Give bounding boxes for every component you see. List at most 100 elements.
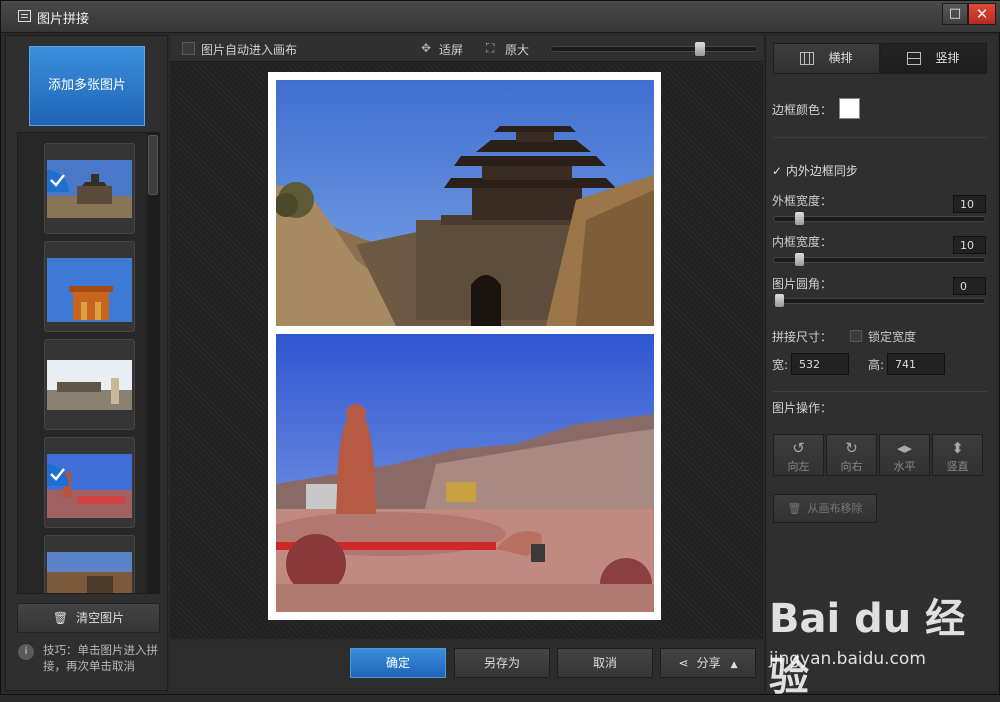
share-icon: ⋖ [678, 656, 689, 670]
layout-horizontal-label: 横排 [828, 51, 853, 65]
width-input[interactable]: 532 [791, 353, 849, 375]
flip-vertical-label: 竖直 [946, 460, 969, 473]
thumbnail-item[interactable] [44, 241, 135, 332]
share-label: 分享 [696, 656, 721, 670]
clear-images-label: 清空图片 [76, 611, 125, 625]
thumbnail-scrollbar[interactable] [148, 135, 158, 195]
outer-border-slider[interactable] [773, 216, 986, 222]
zoom-slider-thumb[interactable] [694, 42, 705, 56]
check-icon: ✓ [772, 164, 783, 178]
rotate-right-icon: ↻ [845, 439, 858, 457]
original-size-icon[interactable]: ⛶ [486, 41, 500, 55]
auto-canvas-label[interactable]: 图片自动进入画布 [201, 41, 297, 58]
sync-borders-checkbox[interactable]: ✓ 内外边框同步 [772, 162, 858, 179]
width-label: 宽: [772, 358, 789, 372]
share-button[interactable]: ⋖ 分享 ▲ [660, 648, 756, 678]
layout-horizontal-button[interactable]: 横排 [773, 43, 880, 74]
save-as-button[interactable]: 另存为 [454, 648, 550, 678]
image-ops-label: 图片操作： [772, 401, 833, 415]
trash-icon: 🗑 [787, 502, 802, 515]
columns-icon [800, 52, 815, 65]
thumbnail-item[interactable] [44, 535, 135, 593]
rotate-left-button[interactable]: ↺ 向左 [773, 434, 824, 476]
rotate-left-icon: ↺ [792, 439, 805, 457]
corner-radius-slider[interactable] [773, 298, 986, 304]
outer-border-label: 外框宽度： [772, 194, 833, 208]
divider [772, 137, 988, 138]
flip-vertical-icon: ⬍ [951, 439, 964, 457]
height-input[interactable]: 741 [887, 353, 945, 375]
rotate-right-button[interactable]: ↻ 向右 [826, 434, 877, 476]
add-images-button[interactable]: 添加多张图片 [29, 46, 145, 126]
selected-check-icon [47, 170, 69, 192]
baidu-jingyan-watermark: Bai du 经验 jingyan.baidu.com [769, 586, 994, 700]
app-window: 图片拼接 □ ✕ 添加多张图片 🗑 清空图片 i 技巧：单击图片进入拼接，再次单… [0, 0, 1000, 700]
maximize-button[interactable]: □ [942, 3, 968, 25]
rows-icon [907, 52, 922, 65]
border-color-label: 边框颜色： [772, 103, 833, 117]
clear-images-button[interactable]: 🗑 清空图片 [17, 603, 160, 633]
original-size-button[interactable]: 原大 [505, 41, 529, 58]
watermark-brand: Bai du 经验 [769, 596, 966, 700]
corner-radius-value[interactable]: 0 [953, 277, 986, 295]
app-menu-icon [18, 10, 31, 22]
window-title: 图片拼接 [37, 12, 90, 27]
thumbnail-item[interactable] [44, 339, 135, 430]
cancel-button[interactable]: 取消 [557, 648, 653, 678]
divider [772, 391, 988, 392]
action-bar: 确定 另存为 取消 ⋖ 分享 ▲ [170, 641, 763, 691]
tip-text: 技巧：单击图片进入拼接，再次单击取消 [43, 643, 158, 673]
info-icon: i [18, 644, 34, 660]
confirm-button[interactable]: 确定 [350, 648, 446, 678]
fit-screen-button[interactable]: 适屏 [439, 41, 463, 58]
auto-canvas-checkbox[interactable] [182, 42, 195, 55]
fit-screen-icon[interactable]: ✥ [421, 41, 435, 55]
flip-horizontal-icon: ◂▸ [896, 439, 913, 457]
border-color-swatch[interactable] [839, 98, 860, 119]
inner-border-slider[interactable] [773, 257, 986, 263]
thumbnail-list[interactable] [17, 132, 160, 594]
corner-radius-label: 图片圆角： [772, 277, 833, 291]
canvas-area [170, 63, 763, 639]
image-list-panel: 添加多张图片 🗑 清空图片 i 技巧：单击图片进入拼接，再次单击取消 [5, 35, 168, 691]
thumbnail-image [47, 360, 132, 410]
thumbnail-item[interactable] [44, 143, 135, 234]
zoom-slider[interactable] [550, 46, 758, 52]
selected-check-icon [47, 464, 69, 486]
layout-vertical-button[interactable]: 竖排 [880, 43, 987, 74]
close-button[interactable]: ✕ [968, 3, 996, 25]
thumbnail-image [47, 258, 132, 322]
flip-horizontal-label: 水平 [893, 460, 916, 473]
collage-photo-2[interactable] [276, 334, 654, 612]
lock-width-label[interactable]: 锁定宽度 [868, 328, 916, 345]
sync-borders-label: 内外边框同步 [785, 164, 858, 178]
collage-size-label: 拼接尺寸： [772, 330, 833, 344]
remove-from-canvas-button[interactable]: 🗑 从画布移除 [773, 494, 877, 523]
outer-border-slider-thumb[interactable] [795, 212, 804, 225]
canvas-toolbar: 图片自动进入画布 ✥ 适屏 ⛶ 原大 [170, 35, 763, 62]
chevron-up-icon: ▲ [730, 660, 738, 670]
thumbnail-image [47, 552, 132, 593]
fortress-gate-photo [276, 80, 654, 326]
lock-width-checkbox[interactable] [850, 330, 862, 342]
trash-icon: 🗑 [52, 611, 69, 625]
height-label: 高: [868, 358, 885, 372]
collage-photo-1[interactable] [276, 80, 654, 326]
thumbnail-item[interactable] [44, 437, 135, 528]
flip-vertical-button[interactable]: ⬍ 竖直 [932, 434, 983, 476]
outer-border-value[interactable]: 10 [953, 195, 986, 213]
watermark-url: jingyan.baidu.com [769, 649, 926, 669]
inner-border-slider-thumb[interactable] [795, 253, 804, 266]
statue-photo [276, 334, 654, 612]
title-bar: 图片拼接 □ ✕ [1, 1, 1000, 33]
inner-border-value[interactable]: 10 [953, 236, 986, 254]
corner-radius-slider-thumb[interactable] [775, 294, 784, 307]
rotate-right-label: 向右 [840, 460, 863, 473]
flip-horizontal-button[interactable]: ◂▸ 水平 [879, 434, 930, 476]
collage-paper [268, 72, 661, 620]
inner-border-label: 内框宽度： [772, 235, 833, 249]
remove-from-canvas-label: 从画布移除 [807, 502, 863, 515]
thumbnail-scroll-track[interactable] [147, 133, 159, 593]
layout-vertical-label: 竖排 [935, 51, 960, 65]
rotate-left-label: 向左 [787, 460, 810, 473]
